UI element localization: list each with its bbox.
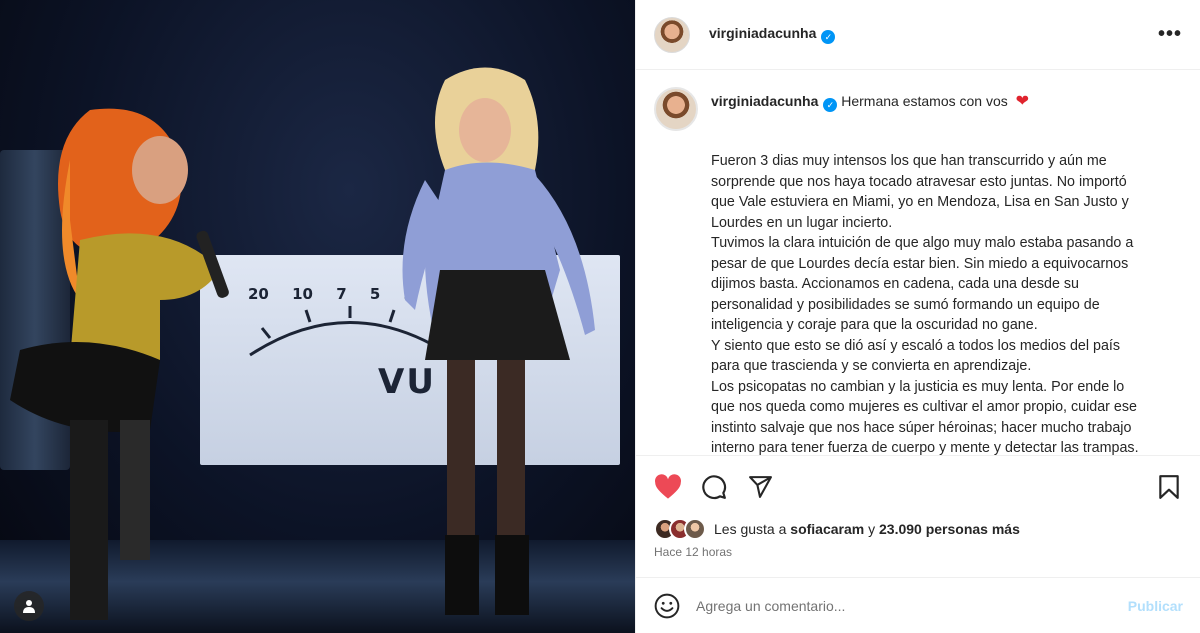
- heart-filled-icon: [655, 473, 681, 499]
- share-icon: [748, 476, 772, 498]
- caption-headline-text: Hermana estamos con vos: [841, 93, 1008, 109]
- action-bar: [636, 455, 1200, 517]
- avatar[interactable]: [654, 16, 690, 53]
- caption-body: Fueron 3 dias muy intensos los que han t…: [711, 151, 1151, 455]
- vu-label: 7: [336, 285, 347, 303]
- save-button[interactable]: [1155, 473, 1183, 501]
- liker-username[interactable]: sofiacaram: [790, 521, 864, 537]
- more-options-ellipsis-icon[interactable]: •••: [1158, 23, 1182, 46]
- vu-label: 20: [248, 285, 269, 303]
- caption-area: virginiadacunha ✓ Hermana estamos con vos…: [636, 71, 1200, 455]
- caption-paragraph: Y siento que esto se dió así y escaló a …: [711, 337, 1121, 375]
- likes-prefix: Les gusta a: [714, 521, 787, 537]
- verified-badge-icon: ✓: [823, 98, 838, 112]
- red-heart-icon: ❤: [1015, 93, 1030, 110]
- caption-username[interactable]: virginiadacunha: [711, 93, 818, 109]
- avatar[interactable]: [654, 87, 698, 131]
- username-text[interactable]: virginiadacunha: [709, 25, 816, 41]
- performer-left: [10, 108, 229, 620]
- share-button[interactable]: [746, 473, 774, 501]
- liker-avatars: [654, 518, 706, 540]
- emoji-icon[interactable]: [654, 593, 680, 619]
- caption-header: virginiadacunha ✓ Hermana estamos con vos…: [654, 87, 1183, 131]
- caption-paragraph: Fueron 3 dias muy intensos los que han t…: [711, 153, 1129, 231]
- publish-button[interactable]: Publicar: [1128, 598, 1183, 614]
- post-timestamp[interactable]: Hace 12 horas: [654, 545, 732, 559]
- post-header: virginiadacunha ✓ •••: [636, 0, 1200, 70]
- caption-headline: virginiadacunha ✓ Hermana estamos con vos…: [711, 91, 1029, 112]
- likes-connector: y: [868, 521, 876, 537]
- comment-icon: [702, 474, 727, 499]
- caption-paragraph: Tuvimos la clara intuición de que algo m…: [711, 235, 1134, 333]
- caption-paragraph: Los psicopatas no cambian y la justicia …: [711, 378, 1139, 456]
- post-details-panel: virginiadacunha ✓ ••• virginiadacunha ✓ He…: [635, 0, 1200, 633]
- vu-label: 10: [292, 285, 313, 303]
- comment-input[interactable]: [696, 597, 1128, 614]
- likes-count[interactable]: 23.090 personas más: [879, 521, 1020, 537]
- avatar[interactable]: [684, 518, 706, 540]
- tagged-users-button[interactable]: [14, 591, 44, 621]
- comment-bar: Publicar: [636, 577, 1200, 633]
- comment-button[interactable]: [700, 473, 728, 501]
- likes-summary: Les gusta a sofiacaram y 23.090 personas…: [654, 518, 1020, 540]
- vu-label: 5: [369, 285, 381, 303]
- user-tag-icon: [23, 600, 35, 613]
- post-image[interactable]: 20 10 7 5 3 VU: [0, 0, 635, 633]
- like-button[interactable]: [654, 473, 682, 501]
- verified-badge-icon: ✓: [821, 30, 836, 45]
- performer-right: [402, 67, 595, 615]
- header-username[interactable]: virginiadacunha ✓: [709, 25, 836, 45]
- bookmark-icon: [1159, 474, 1179, 499]
